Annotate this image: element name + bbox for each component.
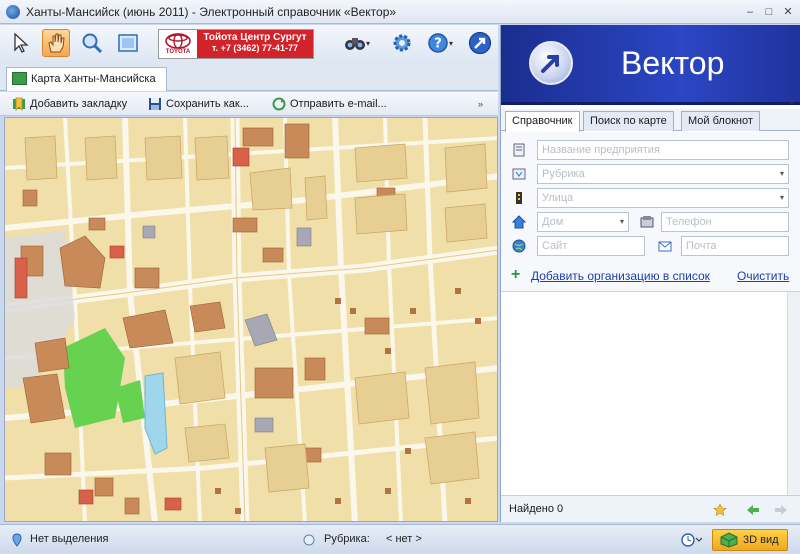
results-list[interactable]: [501, 291, 800, 496]
main-toolbar: TOYOTA Тойота Центр Сургут т. +7 (3462) …: [0, 25, 498, 63]
organization-name-input[interactable]: Название предприятия: [537, 140, 789, 160]
phone-input[interactable]: Телефон: [661, 212, 789, 232]
rubric-status-label: Рубрика:: [324, 533, 370, 545]
toyota-logo: TOYOTA: [159, 30, 197, 58]
3d-cube-icon: [720, 532, 738, 548]
tab-map-label: Карта Ханты-Мансийска: [31, 73, 156, 85]
3d-view-button[interactable]: 3D вид: [712, 529, 788, 551]
rubric-select[interactable]: Рубрика ▾: [537, 164, 789, 184]
app-icon: [6, 5, 20, 19]
gear-icon[interactable]: [388, 29, 416, 57]
search-form: Название предприятия Рубрика ▾ Улица ▾ Д…: [501, 132, 800, 292]
panel-collapse-icon[interactable]: »: [789, 97, 793, 106]
globe-icon: [512, 239, 526, 253]
3d-view-label: 3D вид: [743, 534, 779, 546]
house-select[interactable]: Дом ▾: [537, 212, 629, 232]
pointer-icon[interactable]: [8, 29, 36, 57]
send-email-label: Отправить e-mail...: [290, 98, 387, 110]
rubric-select-value: Рубрика: [542, 168, 585, 180]
arrow-right-icon[interactable]: [773, 503, 789, 517]
ad-line-1: Тойота Центр Сургут: [203, 32, 307, 43]
rubric-status-icon: [303, 534, 315, 546]
street-select[interactable]: Улица ▾: [537, 188, 789, 208]
bookmark-icon: [13, 97, 25, 111]
selection-status: Нет выделения: [30, 533, 109, 545]
ad-brand: TOYOTA: [165, 49, 191, 55]
city-map[interactable]: [4, 117, 498, 522]
house-icon: [511, 215, 527, 229]
map-action-bar: Добавить закладку Сохранить как... Отпра…: [0, 92, 498, 116]
add-bookmark-button[interactable]: Добавить закладку: [12, 96, 127, 112]
selection-icon: [12, 533, 22, 547]
ad-text: Тойота Центр Сургут т. +7 (3462) 77-41-7…: [197, 30, 313, 58]
save-as-label: Сохранить как...: [166, 98, 249, 110]
organization-icon: [513, 143, 525, 157]
found-label: Найдено: [509, 503, 554, 515]
clock-icon[interactable]: [680, 532, 702, 548]
chevron-down-icon: ▾: [779, 193, 784, 202]
window-title: Ханты-Мансийск (июнь 2011) - Электронный…: [26, 5, 397, 19]
vector-logo-icon[interactable]: [466, 29, 494, 57]
send-email-button[interactable]: Отправить e-mail...: [272, 96, 387, 112]
results-footer: Найдено 0: [501, 495, 800, 522]
arrow-left-icon[interactable]: [745, 503, 761, 517]
star-icon[interactable]: [713, 503, 727, 517]
document-tabbar: Карта Ханты-Мансийска: [0, 63, 498, 91]
vector-banner: Вектор »: [501, 25, 800, 106]
rubric-status-value: < нет >: [386, 533, 422, 545]
directory-panel: Вектор » Справочник Поиск по карте Мой б…: [500, 25, 800, 522]
title-bar: Ханты-Мансийск (июнь 2011) - Электронный…: [0, 0, 800, 24]
tab-map-search[interactable]: Поиск по карте: [583, 111, 674, 131]
binoculars-dropdown-icon[interactable]: ▾: [366, 39, 370, 48]
send-email-icon: [272, 97, 286, 111]
binoculars-icon[interactable]: ▾: [340, 29, 374, 57]
svg-text:?: ?: [434, 37, 442, 52]
phone-icon: [640, 216, 654, 228]
map-canvas[interactable]: [5, 118, 498, 522]
close-button[interactable]: ✕: [780, 4, 796, 20]
help-dropdown-icon[interactable]: ▾: [449, 39, 453, 48]
rubric-icon: [512, 168, 526, 180]
tab-directory[interactable]: Справочник: [505, 111, 580, 132]
found-value: 0: [557, 503, 564, 515]
house-select-value: Дом: [542, 216, 564, 228]
found-count: Найдено 0: [509, 503, 563, 515]
add-organization-link[interactable]: Добавить организацию в список: [531, 269, 710, 283]
toolbar-overflow-icon[interactable]: »: [478, 96, 483, 112]
toyota-ad-banner[interactable]: TOYOTA Тойота Центр Сургут т. +7 (3462) …: [158, 29, 314, 59]
site-input[interactable]: Сайт: [537, 236, 645, 256]
map-view-icon[interactable]: [114, 29, 142, 57]
clear-link[interactable]: Очистить: [737, 269, 789, 283]
tab-notebook[interactable]: Мой блокнот: [681, 111, 760, 131]
help-icon[interactable]: ? ▾: [422, 29, 458, 57]
results-scrollbar[interactable]: [787, 292, 800, 496]
email-input[interactable]: Почта: [681, 236, 789, 256]
ad-line-2: т. +7 (3462) 77-41-77: [212, 43, 298, 53]
chevron-down-icon: ▾: [619, 217, 624, 226]
save-as-button[interactable]: Сохранить как...: [148, 96, 249, 112]
maximize-button[interactable]: □: [761, 4, 777, 20]
save-icon: [149, 98, 161, 110]
status-bar: Нет выделения Рубрика: < нет > 3D вид: [0, 524, 800, 554]
vector-brand: Вектор: [621, 45, 725, 81]
map-icon: [12, 72, 27, 85]
vector-emblem-icon: [529, 41, 573, 85]
minimize-button[interactable]: –: [742, 4, 758, 20]
tab-map[interactable]: Карта Ханты-Мансийска: [6, 67, 167, 91]
zoom-icon[interactable]: [78, 29, 106, 57]
hand-icon[interactable]: [42, 29, 70, 57]
plus-icon: +: [511, 266, 521, 283]
directory-tabs: Справочник Поиск по карте Мой блокнот: [501, 109, 800, 132]
mail-icon: [658, 241, 672, 252]
chevron-down-icon: ▾: [779, 169, 784, 178]
street-icon: [516, 192, 522, 204]
street-select-value: Улица: [542, 192, 574, 204]
add-bookmark-label: Добавить закладку: [30, 98, 128, 110]
